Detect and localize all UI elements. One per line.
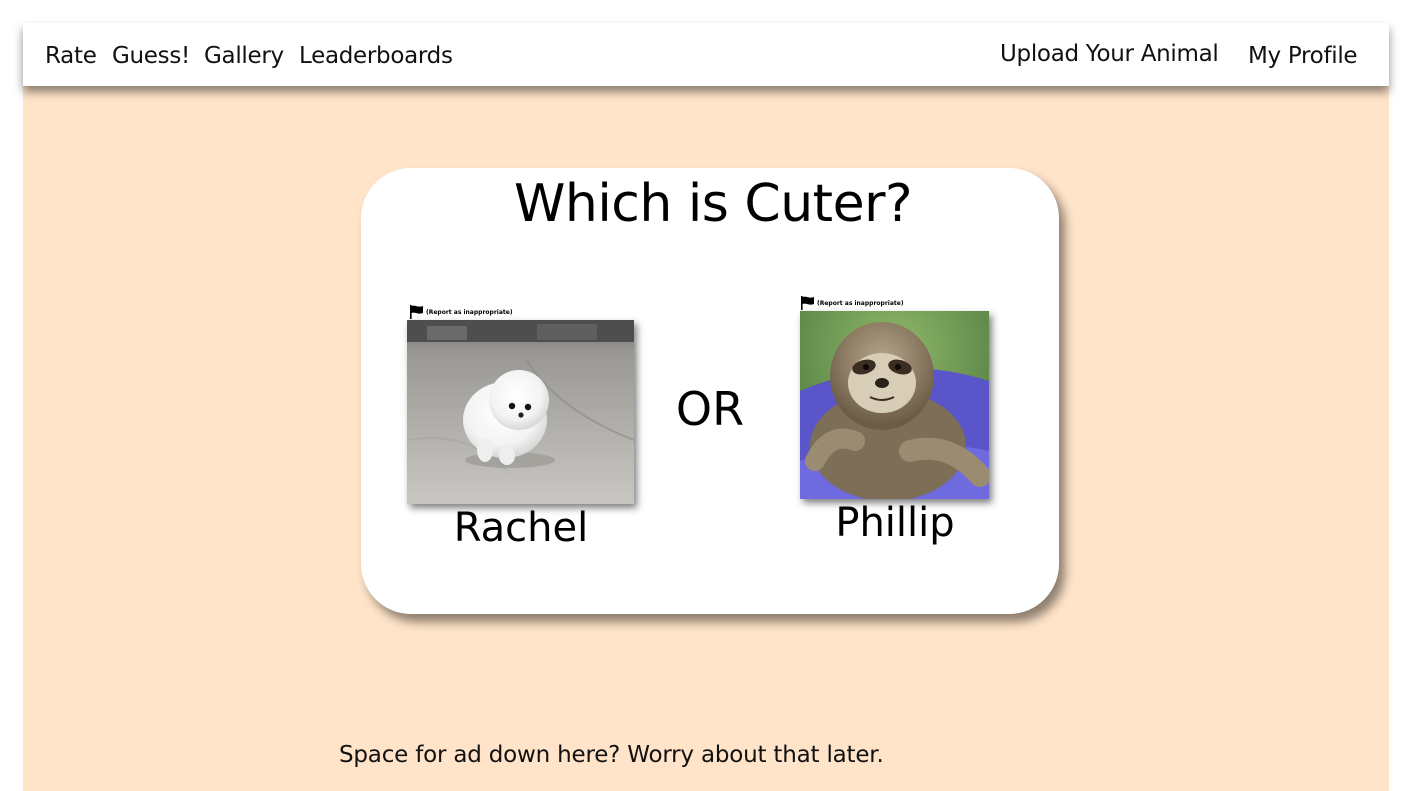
nav-leaderboards[interactable]: Leaderboards <box>299 23 453 86</box>
card-title: Which is Cuter? <box>513 174 913 234</box>
flag-icon <box>410 305 423 319</box>
nav-upload-your-animal[interactable]: Upload Your Animal <box>1000 21 1219 84</box>
flag-icon <box>801 296 814 310</box>
report-label: (Report as inappropriate) <box>817 300 904 307</box>
nav-gallery[interactable]: Gallery <box>204 23 284 86</box>
nav-my-profile[interactable]: My Profile <box>1248 23 1358 86</box>
candidate-name-left: Rachel <box>453 505 589 551</box>
ad-placeholder-text: Space for ad down here? Worry about that… <box>339 742 884 768</box>
sloth-photo <box>800 311 989 499</box>
nav-rate[interactable]: Rate <box>45 23 97 86</box>
candidate-photo-right[interactable] <box>800 311 989 499</box>
candidate-name-right: Phillip <box>835 500 955 546</box>
top-navbar: Rate Guess! Gallery Leaderboards Upload … <box>23 23 1389 86</box>
nav-guess[interactable]: Guess! <box>112 23 190 86</box>
candidate-photo-left[interactable] <box>407 320 634 504</box>
report-label: (Report as inappropriate) <box>426 309 513 316</box>
or-separator: OR <box>675 382 745 436</box>
pomeranian-photo <box>407 320 634 504</box>
